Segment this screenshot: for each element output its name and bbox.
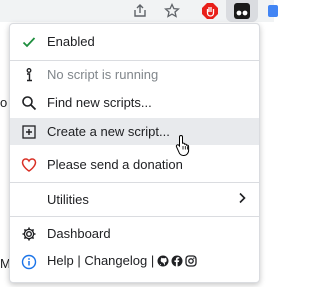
plus-square-icon [21, 124, 37, 140]
menu-item-dashboard[interactable]: Dashboard [10, 220, 259, 247]
facebook-icon[interactable] [171, 255, 183, 270]
share-icon[interactable] [131, 2, 149, 20]
extension-icon[interactable] [264, 2, 282, 20]
menu-item-label: Dashboard [47, 226, 111, 241]
menu-item-donate[interactable]: Please send a donation [10, 151, 259, 178]
menu-item-label: No script is running [47, 67, 159, 82]
menu-item-utilities[interactable]: Utilities [10, 186, 259, 213]
info-i-icon [21, 67, 37, 83]
star-icon[interactable] [163, 2, 181, 20]
menu-item-label: Create a new script... [47, 124, 170, 139]
browser-toolbar [0, 0, 278, 22]
gear-icon [21, 226, 37, 242]
info-circle-icon [21, 254, 37, 270]
menu-item-no-script: No script is running [10, 61, 259, 88]
check-icon [21, 34, 37, 50]
search-icon [21, 95, 37, 111]
instagram-icon[interactable] [185, 255, 197, 270]
help-changelog-text: Help | Changelog | [47, 253, 155, 268]
menu-separator [10, 216, 259, 217]
github-icon[interactable] [157, 255, 169, 270]
menu-item-enabled[interactable]: Enabled [10, 28, 259, 55]
menu-item-label: Find new scripts... [47, 95, 152, 110]
menu-item-find-scripts[interactable]: Find new scripts... [10, 89, 259, 116]
adblock-icon[interactable] [201, 2, 219, 20]
heart-icon [21, 157, 37, 173]
chevron-right-icon [237, 192, 247, 207]
menu-item-help[interactable]: Help | Changelog | [10, 248, 259, 275]
menu-item-label: Help | Changelog | [47, 253, 197, 270]
menu-separator [10, 182, 259, 183]
tampermonkey-icon[interactable] [233, 2, 251, 20]
menu-item-label: Please send a donation [47, 157, 183, 172]
menu-item-label: Utilities [47, 192, 89, 207]
page-text-fragment: o [0, 95, 8, 110]
hand-pointer-cursor [175, 134, 193, 161]
menu-item-create-script[interactable]: Create a new script... [10, 118, 259, 145]
menu-item-label: Enabled [47, 34, 95, 49]
extension-popup-menu: Enabled No script is running Find new sc… [9, 23, 260, 283]
